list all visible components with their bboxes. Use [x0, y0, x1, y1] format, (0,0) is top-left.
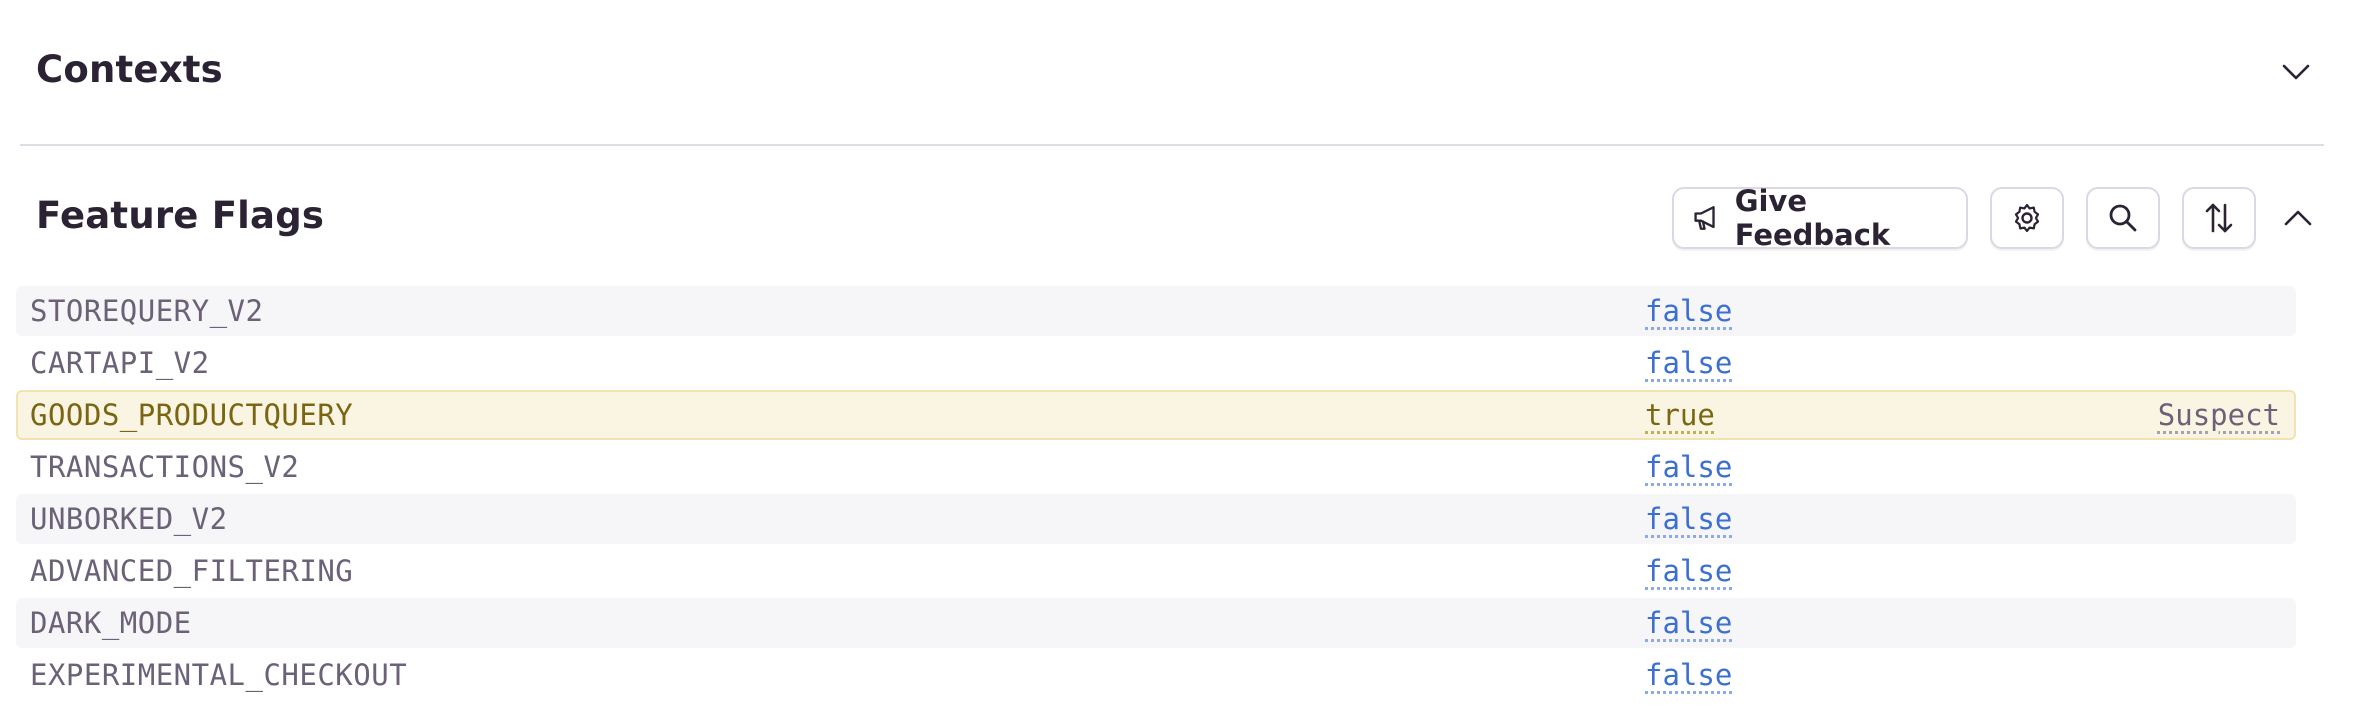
- search-button[interactable]: [2086, 187, 2160, 249]
- flag-value[interactable]: false: [1645, 346, 1732, 380]
- sort-button[interactable]: [2182, 187, 2256, 249]
- contexts-section: Contexts: [20, 0, 2324, 146]
- flag-name: UNBORKED_V2: [30, 502, 228, 536]
- search-icon: [2109, 204, 2137, 232]
- flag-name: DARK_MODE: [30, 606, 192, 640]
- suspect-badge[interactable]: Suspect: [2158, 398, 2280, 432]
- flag-value[interactable]: false: [1645, 554, 1732, 588]
- flag-name: CARTAPI_V2: [30, 346, 210, 380]
- flag-value[interactable]: true: [1645, 398, 1715, 432]
- flag-name: GOODS_PRODUCTQUERY: [30, 398, 354, 432]
- give-feedback-button[interactable]: Give Feedback: [1672, 184, 1968, 252]
- flag-value[interactable]: false: [1645, 450, 1732, 484]
- flag-row-goods-productquery: GOODS_PRODUCTQUERY true Suspect: [16, 390, 2296, 440]
- feature-flag-list: STOREQUERY_V2 false CARTAPI_V2 false GOO…: [16, 286, 2296, 702]
- flag-name: TRANSACTIONS_V2: [30, 450, 300, 484]
- settings-button[interactable]: [1990, 187, 2064, 249]
- feature-flags-section: Feature Flags Give Feedback STOREQUERY_V…: [16, 146, 2324, 722]
- flag-name: EXPERIMENTAL_CHECKOUT: [30, 658, 408, 692]
- chevron-down-icon: [2282, 64, 2310, 80]
- feature-flags-toolbar: Give Feedback: [1672, 184, 2320, 252]
- flag-value[interactable]: false: [1645, 502, 1732, 536]
- megaphone-icon: [1694, 206, 1715, 230]
- chevron-up-icon: [2284, 210, 2312, 226]
- flag-row-experimental-checkout: EXPERIMENTAL_CHECKOUT false: [16, 650, 2296, 700]
- contexts-toggle-button[interactable]: [2274, 50, 2318, 94]
- sort-arrows-icon: [2205, 203, 2233, 233]
- flag-row-transactions-v2: TRANSACTIONS_V2 false: [16, 442, 2296, 492]
- flag-row-dark-mode: DARK_MODE false: [16, 598, 2296, 648]
- give-feedback-label: Give Feedback: [1734, 184, 1891, 252]
- contexts-title: Contexts: [36, 48, 223, 91]
- flag-row-unborked-v2: UNBORKED_V2 false: [16, 494, 2296, 544]
- flag-row-cartapi-v2: CARTAPI_V2 false: [16, 338, 2296, 388]
- flag-row-storequery-v2: STOREQUERY_V2 false: [16, 286, 2296, 336]
- flag-value[interactable]: false: [1645, 606, 1732, 640]
- gear-icon: [2014, 203, 2040, 233]
- feature-flags-collapse-button[interactable]: [2276, 196, 2320, 240]
- flag-value[interactable]: false: [1645, 658, 1732, 692]
- flag-name: STOREQUERY_V2: [30, 294, 264, 328]
- flag-value[interactable]: false: [1645, 294, 1732, 328]
- flag-name: ADVANCED_FILTERING: [30, 554, 354, 588]
- flag-row-advanced-filtering: ADVANCED_FILTERING false: [16, 546, 2296, 596]
- feature-flags-title: Feature Flags: [36, 194, 325, 237]
